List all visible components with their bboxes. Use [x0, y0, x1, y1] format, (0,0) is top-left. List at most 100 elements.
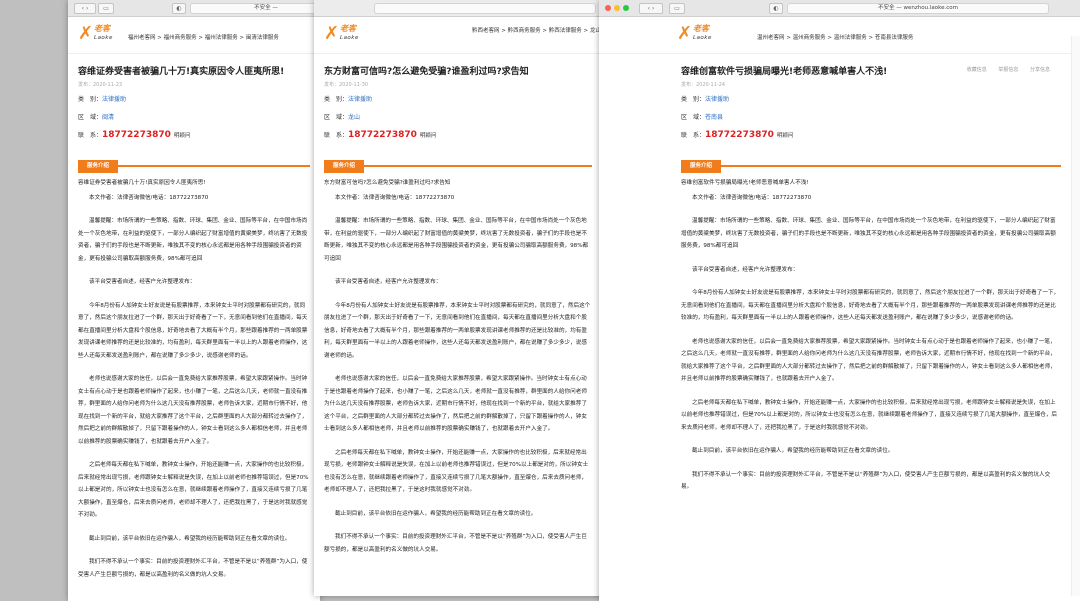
address-bar[interactable]: 不安全 — — [190, 3, 320, 14]
site-header: ✗ 老客 Laoke 温州老客网 > 温州商务服务 > 温州法律服务 > 苍南县… — [599, 17, 1080, 54]
article-paragraph: 本文作者：法律咨询微信/电话：18772273870 — [335, 194, 455, 201]
article-paragraph: 该平台受害者自述，经客户允许整理发布： — [692, 266, 799, 273]
browser-toolbar — [314, 0, 602, 17]
close-icon[interactable] — [605, 5, 611, 11]
browser-window-1: ‹ › ▭ ◐ 不安全 — ✗ 老客 Laoke 福州老客网 > 福州商务服务 … — [68, 0, 320, 601]
region-row: 区 域：龙山 — [324, 112, 592, 121]
article-actions: 收藏信息 举报信息 分享信息 — [957, 66, 1050, 73]
laoke-logo[interactable]: ✗ 老客 Laoke — [78, 23, 118, 47]
article-paragraph: 东方财富可信吗?怎么避免受骗?谁盈利过吗?求告知 — [324, 180, 451, 186]
sidebar-toggle-icon[interactable]: ▭ — [98, 3, 114, 14]
article-paragraph: 本文作者：法律咨询微信/电话：18772273870 — [89, 194, 209, 201]
privacy-icon[interactable]: ◐ — [172, 3, 186, 14]
article-paragraph: 该平台受害者自述，经客户允许整理发布： — [89, 279, 196, 285]
breadcrumb[interactable]: 福州老客网 > 福州商务服务 > 福州法律服务 > 闽清法律服务 — [128, 33, 279, 41]
article-paragraph: 之后老师每天都在私下喊单，教钟女士操作，开始还能赚一点，大家操作的也比较积极，后… — [324, 449, 589, 494]
article-paragraph: 我们不得不承认一个事实：目前的投资理财外汇平台，不管是不是以“养殖群”为入口，使… — [324, 534, 587, 553]
service-tab: 服务介绍 — [324, 152, 592, 173]
minimize-icon[interactable] — [614, 5, 620, 11]
breadcrumb[interactable]: 温州老客网 > 温州商务服务 > 温州法律服务 > 苍南县法律服务 — [757, 33, 913, 41]
article-paragraph: 温馨提醒：市场所谓的一些策略、指数、环球、集团、金业、国际等平台，在中国市场尚处… — [324, 218, 589, 262]
logo-figure-icon: ✗ — [324, 23, 340, 44]
article-paragraph: 之后老师每天都在私下喊单，教钟女士操作，开始还能赚一点，大家操作的也比较积极，后… — [78, 462, 309, 518]
address-bar[interactable]: 不安全 — wenzhou.laoke.com — [787, 3, 1049, 14]
article-paragraph: 今年8月份有人加钟女士好友说是有股票推荐，本来钟女士平时对股票都有研究的，就同意… — [681, 290, 1060, 321]
region-row: 区 域：苍南县 — [681, 112, 1070, 121]
site-header: ✗ 老客 Laoke 福州老客网 > 福州商务服务 > 福州法律服务 > 闽清法… — [68, 17, 320, 54]
maximize-icon[interactable] — [623, 5, 629, 11]
article-paragraph: 老师也说感谢大家的信任，以后会一直免费给大家推荐股票，希望大家跟紧操作。当时钟女… — [324, 376, 587, 432]
phone-number: 18772273870 — [348, 130, 417, 140]
service-tab-label: 服务介绍 — [681, 160, 722, 173]
window-controls[interactable] — [605, 5, 632, 13]
service-tab: 服务介绍 — [78, 152, 310, 173]
contact-label: 联 系： — [681, 132, 706, 139]
favorite-link[interactable]: 收藏信息 — [967, 67, 987, 73]
logo-text: 老客 — [94, 24, 110, 33]
contact-row: 联 系：18772273870 明颖问 — [324, 130, 592, 140]
category-row: 类 别：法律援助 — [681, 94, 1070, 103]
publish-date: 发布：2020-11-23 — [78, 82, 123, 88]
contact-row: 联 系：18772273870 明颖问 — [78, 130, 310, 140]
nav-back-forward-buttons[interactable]: ‹ › — [639, 3, 663, 14]
site-header: ✗ 老客 Laoke 黔西老客网 > 黔西商务服务 > 黔西法律服务 > 龙山 — [314, 17, 602, 54]
region-link[interactable]: 闽清 — [102, 114, 114, 121]
logo-text: 老客 — [340, 24, 356, 33]
contact-name: 明颖问 — [776, 133, 794, 139]
article-paragraph: 容维创富软件亏损骗局曝光!老师恶意喊单害人不浅! — [681, 180, 809, 186]
report-link[interactable]: 举报信息 — [998, 67, 1018, 73]
region-link[interactable]: 苍南县 — [705, 114, 723, 121]
category-label: 类 别： — [681, 96, 706, 103]
article-body: 容维创富软件亏损骗局曝光!老师恶意喊单害人不浅! 本文作者：法律咨询微信/电话：… — [681, 177, 1061, 494]
region-label: 区 域： — [681, 114, 706, 121]
article-paragraph: 我们不得不承认一个事实：目前的投资理财外汇平台，不管是不是以“养殖群”为入口，使… — [78, 559, 308, 578]
category-row: 类 别：法律援助 — [78, 94, 310, 103]
privacy-icon[interactable]: ◐ — [769, 3, 783, 14]
logo-figure-icon: ✗ — [78, 23, 94, 44]
page-title: 东方财富可信吗?怎么避免受骗?谁盈利过吗?求告知 — [324, 67, 529, 77]
article-paragraph: 今年8月份有人加钟女士好友说是有股票推荐，本来钟女士平时对股票都有研究的，就同意… — [324, 302, 591, 359]
region-label: 区 域： — [78, 114, 103, 121]
contact-label: 联 系： — [78, 132, 103, 139]
article-paragraph: 老师也说感谢大家的信任，以后会一直免费给大家推荐股票，希望大家跟紧操作。当时钟女… — [681, 338, 1056, 383]
service-tab-label: 服务介绍 — [324, 160, 365, 173]
region-link[interactable]: 龙山 — [348, 114, 360, 121]
nav-back-forward-buttons[interactable]: ‹ › — [74, 3, 96, 14]
phone-number: 18772273870 — [102, 130, 171, 140]
browser-window-2: ✗ 老客 Laoke 黔西老客网 > 黔西商务服务 > 黔西法律服务 > 龙山 … — [314, 0, 602, 596]
address-bar[interactable] — [374, 3, 596, 14]
share-link[interactable]: 分享信息 — [1030, 67, 1050, 73]
category-link[interactable]: 法律援助 — [705, 96, 729, 103]
region-row: 区 域：闽清 — [78, 112, 310, 121]
laoke-logo[interactable]: ✗ 老客 Laoke — [324, 23, 364, 47]
region-label: 区 域： — [324, 114, 349, 121]
article-paragraph: 温馨提醒：市场所谓的一些策略、指数、环球、集团、金业、国际等平台，在中国市场尚处… — [681, 218, 1056, 249]
logo-figure-icon: ✗ — [677, 23, 693, 44]
laoke-logo[interactable]: ✗ 老客 Laoke — [677, 23, 717, 47]
page-title: 容维证券受害者被骗几十万!真实原因令人匪夷所思! — [78, 67, 285, 77]
service-tab-label: 服务介绍 — [78, 160, 119, 173]
browser-window-3: ‹ › ▭ ◐ 不安全 — wenzhou.laoke.com ✗ 老客 Lao… — [599, 0, 1080, 601]
article-paragraph: 老师也说感谢大家的信任，以后会一直免费给大家推荐股票，希望大家跟紧操作。当时钟女… — [78, 376, 308, 445]
logo-text: 老客 — [693, 24, 709, 33]
sidebar-toggle-icon[interactable]: ▭ — [669, 3, 685, 14]
contact-name: 明颖问 — [419, 133, 437, 139]
article-paragraph: 容维证券受害者被骗几十万!真实原因令人匪夷所思! — [78, 180, 206, 186]
category-link[interactable]: 法律援助 — [102, 96, 126, 103]
browser-toolbar: ‹ › ▭ ◐ 不安全 — wenzhou.laoke.com — [599, 0, 1080, 17]
contact-name: 明颖问 — [173, 133, 191, 139]
category-link[interactable]: 法律援助 — [348, 96, 372, 103]
breadcrumb[interactable]: 黔西老客网 > 黔西商务服务 > 黔西法律服务 > 龙山 — [472, 26, 601, 34]
browser-toolbar: ‹ › ▭ ◐ 不安全 — — [68, 0, 320, 17]
logo-subtext: Laoke — [94, 35, 113, 41]
article-paragraph: 之后老师每天都在私下喊单，教钟女士操作，开始还能赚一点，大家操作的也比较积极，后… — [681, 399, 1058, 431]
article-paragraph: 截止到目前，该平台依旧在运作骗人，希望我的经历能帮助到正在看文章的读位。 — [335, 510, 537, 517]
side-panel — [1071, 36, 1080, 596]
phone-number: 18772273870 — [705, 130, 774, 140]
article-paragraph: 今年8月份有人加钟女士好友说是有股票推荐，本来钟女士平时对股票都有研究的，就同意… — [78, 302, 308, 359]
publish-date: 发布：2020-11-24 — [681, 82, 726, 88]
logo-subtext: Laoke — [340, 35, 359, 41]
publish-date: 发布：2020-11-30 — [324, 82, 369, 88]
article-body: 容维证券受害者被骗几十万!真实原因令人匪夷所思! 本文作者：法律咨询微信/电话：… — [78, 177, 310, 581]
article-paragraph: 截止到目前，该平台依旧在运作骗人，希望我的经历能帮助到正在看文章的读位。 — [89, 535, 291, 542]
